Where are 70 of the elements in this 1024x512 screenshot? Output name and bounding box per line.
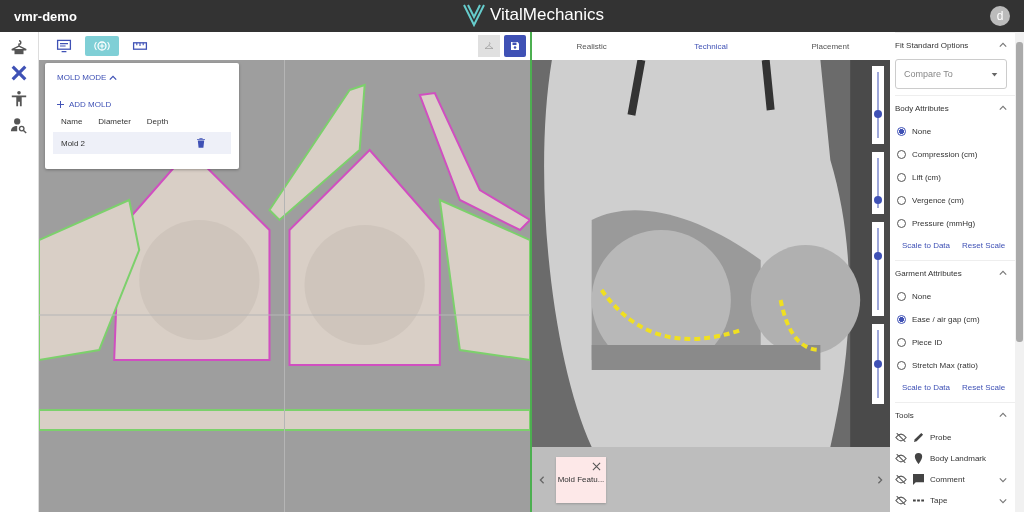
hidden-eye-icon[interactable] xyxy=(895,496,907,505)
column-header: Depth xyxy=(146,117,169,126)
scrollbar[interactable] xyxy=(1015,32,1024,512)
scale-link[interactable]: Reset Scale xyxy=(962,383,1006,392)
caret-icon xyxy=(109,73,118,82)
plus-icon xyxy=(57,101,64,108)
pencil-icon xyxy=(913,432,924,443)
add-mold-button[interactable]: ADD MOLD xyxy=(53,100,116,109)
scale-link[interactable]: Reset Scale xyxy=(962,241,1006,250)
option-label: Piece ID xyxy=(912,338,943,347)
tool-label: Tape xyxy=(930,496,949,505)
expand-icon[interactable] xyxy=(999,475,1007,484)
vertical-slider[interactable] xyxy=(872,66,884,144)
chevron-left-icon[interactable] xyxy=(538,475,546,484)
vertical-slider[interactable] xyxy=(872,324,884,404)
section-title: Body Attributes xyxy=(895,103,949,113)
tool-label: Probe xyxy=(930,433,953,442)
view-tab[interactable]: Placement xyxy=(770,32,890,60)
mold-name: Mold 2 xyxy=(61,138,85,148)
scale-link[interactable]: Scale to Data xyxy=(902,241,951,250)
option-label: Ease / air gap (cm) xyxy=(912,315,980,324)
radio-button[interactable] xyxy=(897,127,906,136)
slider-thumb[interactable] xyxy=(874,195,882,204)
compare-select[interactable]: Compare To xyxy=(895,59,1007,89)
view-tab[interactable]: Realistic xyxy=(532,32,652,60)
hidden-eye-icon[interactable] xyxy=(895,454,907,463)
option-label: None xyxy=(912,292,932,301)
collapse-icon[interactable] xyxy=(999,269,1007,277)
hidden-eye-icon[interactable] xyxy=(895,475,907,484)
slider-thumb[interactable] xyxy=(874,251,882,260)
save-button[interactable] xyxy=(504,35,526,57)
slider-thumb[interactable] xyxy=(874,360,882,368)
save-icon xyxy=(510,39,520,53)
vertical-slider[interactable] xyxy=(872,222,884,316)
option-label: Vergence (cm) xyxy=(912,196,965,205)
section-title: Fit Standard Options xyxy=(895,40,969,50)
comment-icon xyxy=(913,474,924,485)
option-label: Lift (cm) xyxy=(912,173,941,182)
option-label: Pressure (mmHg) xyxy=(912,219,976,228)
delete-icon[interactable] xyxy=(197,138,205,148)
collapse-icon[interactable] xyxy=(999,411,1007,419)
expand-icon[interactable] xyxy=(999,496,1007,505)
feature-card[interactable]: Mold Featu... xyxy=(556,456,606,503)
mold-row[interactable]: Mold 2 xyxy=(53,132,231,154)
option-label: Compression (cm) xyxy=(912,150,978,159)
app-title: vmr-demo xyxy=(14,8,77,24)
section-title: Garment Attributes xyxy=(895,268,962,278)
view-tab[interactable]: Technical xyxy=(651,32,771,60)
pin-icon xyxy=(913,453,924,464)
dropdown-icon xyxy=(991,70,998,78)
column-header: Diameter xyxy=(98,117,131,126)
vertical-slider[interactable] xyxy=(872,152,884,214)
logo-icon xyxy=(462,3,486,27)
column-header: Name xyxy=(61,117,83,126)
option-label: Stretch Max (ratio) xyxy=(912,361,978,370)
card-label: Mold Featu... xyxy=(557,475,605,484)
tool-label: Comment xyxy=(930,475,966,484)
collapse-icon[interactable] xyxy=(999,41,1007,49)
option-label: None xyxy=(912,127,932,136)
tool-label: Body Landmark xyxy=(930,454,988,463)
close-icon[interactable] xyxy=(592,461,601,471)
logo-text: VitalMechanics xyxy=(490,5,605,25)
hidden-eye-icon[interactable] xyxy=(895,433,907,442)
radio-button[interactable] xyxy=(897,315,906,324)
section-title: Tools xyxy=(895,410,914,420)
scale-link[interactable]: Scale to Data xyxy=(902,383,951,392)
mold-mode-toggle[interactable]: MOLD MODE xyxy=(53,73,122,82)
collapse-icon[interactable] xyxy=(999,104,1007,112)
chevron-right-icon[interactable] xyxy=(876,475,884,484)
slider-thumb[interactable] xyxy=(874,110,882,119)
